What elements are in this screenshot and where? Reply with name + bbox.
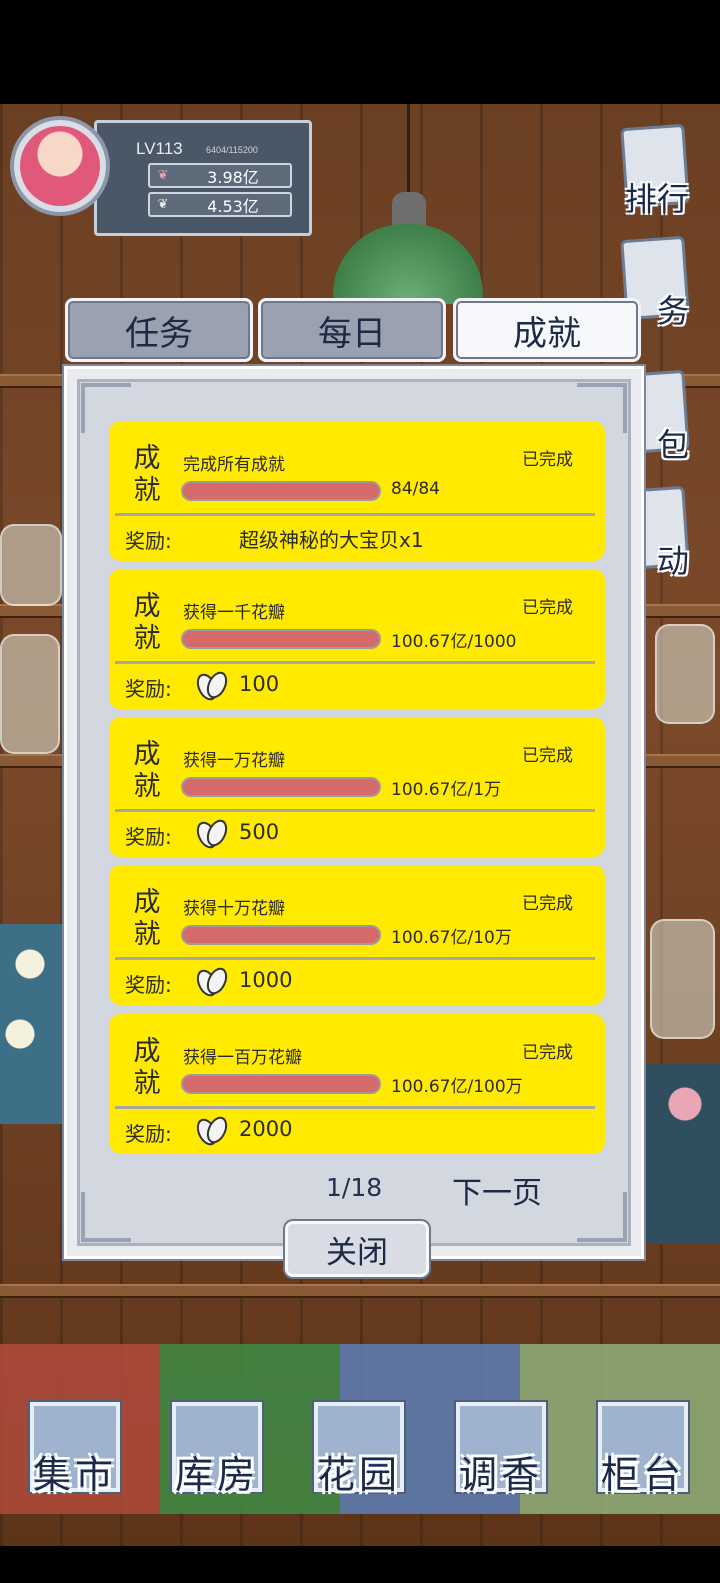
nav-warehouse[interactable]: 库房 [166,1402,266,1512]
nav-counter[interactable]: 柜台 [592,1402,692,1512]
petal-icon [196,967,228,997]
achievement-title: 获得十万花瓣 [183,899,285,919]
nav-counter-label: 柜台 [600,1453,685,1497]
jar [0,634,60,754]
corner-ornament [81,1192,131,1242]
achievement-status: 已完成 [522,1043,573,1063]
achievement-tag: 成就 [133,887,161,950]
progress-bar [181,1074,381,1094]
ranking-button[interactable]: 排行 [605,123,697,218]
nav-market-label: 集市 [32,1453,117,1497]
lamp-cord [407,104,410,199]
player-exp: 6404/115200 [206,145,258,155]
divider [115,513,595,516]
lamp-shade [333,224,483,304]
currency-pink-petals: ❦ 3.98亿 [148,163,292,188]
nav-perfume-label: 调香 [458,1453,543,1497]
progress-text: 84/84 [391,479,440,499]
progress-text: 100.67亿/10万 [391,928,512,948]
avatar[interactable] [20,126,100,206]
avatar-frame[interactable] [10,116,110,216]
reward-value: 2000 [239,1117,293,1141]
reward-label: 奖励: [125,973,172,997]
achievement-title: 获得一百万花瓣 [183,1048,302,1068]
reward-label: 奖励: [125,529,172,553]
achievement-card: 成就 获得一千花瓣 已完成 100.67亿/1000 奖励: 100 [109,569,605,709]
tab-tasks[interactable]: 任务 [65,298,253,362]
player-level: LV113 [136,139,183,158]
event-label: 动 [656,542,689,580]
reward-value: 500 [239,820,280,844]
petal-icon [196,819,228,849]
divider [115,661,595,664]
achievement-title: 完成所有成就 [183,455,285,475]
achievement-card: 成就 获得十万花瓣 已完成 100.67亿/10万 奖励: 1000 [109,865,605,1005]
divider [115,957,595,960]
next-page-button[interactable]: 下一页 [452,1168,542,1212]
close-button[interactable]: 关闭 [285,1221,429,1277]
currency-white-value: 4.53亿 [207,196,259,216]
reward-label: 奖励: [125,677,172,701]
petal-icon [196,671,228,701]
petal-pink-icon: ❦ [157,168,169,183]
achievement-status: 已完成 [522,598,573,618]
currency-pink-value: 3.98亿 [207,167,259,187]
achievement-tag: 成就 [133,1036,161,1099]
flowers-right [645,1064,720,1244]
reward-label: 奖励: [125,1122,172,1146]
achievement-tag: 成就 [133,591,161,654]
tab-daily[interactable]: 每日 [258,298,446,362]
nav-garden[interactable]: 花园 [308,1402,408,1512]
achievement-card: 成就 获得一万花瓣 已完成 100.67亿/1万 奖励: 500 [109,717,605,857]
currency-white-petals: ❦ 4.53亿 [148,192,292,217]
nav-garden-label: 花园 [316,1453,401,1497]
petal-icon [196,1116,228,1146]
progress-bar [181,925,381,945]
nav-warehouse-label: 库房 [174,1453,259,1497]
page-indicator: 1/18 [326,1173,383,1202]
corner-ornament [577,1192,627,1242]
progress-text: 100.67亿/1万 [391,780,502,800]
achievement-title: 获得一万花瓣 [183,751,285,771]
petal-white-icon: ❦ [157,197,169,212]
reward-value: 1000 [239,968,293,992]
progress-text: 100.67亿/1000 [391,632,517,652]
bag-label: 包 [656,426,689,464]
jar [0,524,62,606]
reward-label: 奖励: [125,825,172,849]
progress-bar [181,777,381,797]
divider [115,809,595,812]
reward-text: 超级神秘的大宝贝x1 [239,528,424,552]
achievement-tag: 成就 [133,443,161,506]
task-label: 务 [656,292,689,330]
nav-perfume[interactable]: 调香 [450,1402,550,1512]
divider [115,1106,595,1109]
jar [650,919,715,1039]
tab-achievements[interactable]: 成就 [453,298,641,362]
player-panel[interactable]: LV113 6404/115200 ❦ 3.98亿 ❦ 4.53亿 [10,116,312,240]
achievement-title: 获得一千花瓣 [183,603,285,623]
achievement-card: 成就 获得一百万花瓣 已完成 100.67亿/100万 奖励: 2000 [109,1014,605,1154]
ranking-label: 排行 [624,180,689,218]
system-nav-bar [0,1546,720,1583]
flowers-left [0,924,70,1124]
achievement-tag: 成就 [133,739,161,802]
nav-market[interactable]: 集市 [24,1402,124,1512]
achievement-status: 已完成 [522,894,573,914]
progress-text: 100.67亿/100万 [391,1077,523,1097]
status-bar [0,0,720,104]
reward-value: 100 [239,672,280,696]
achievement-card: 成就 完成所有成就 已完成 84/84 奖励: 超级神秘的大宝贝x1 [109,421,605,561]
jar [655,624,715,724]
achievement-status: 已完成 [522,450,573,470]
progress-bar [181,629,381,649]
shelf [0,1284,720,1298]
progress-bar [181,481,381,501]
achievement-status: 已完成 [522,746,573,766]
